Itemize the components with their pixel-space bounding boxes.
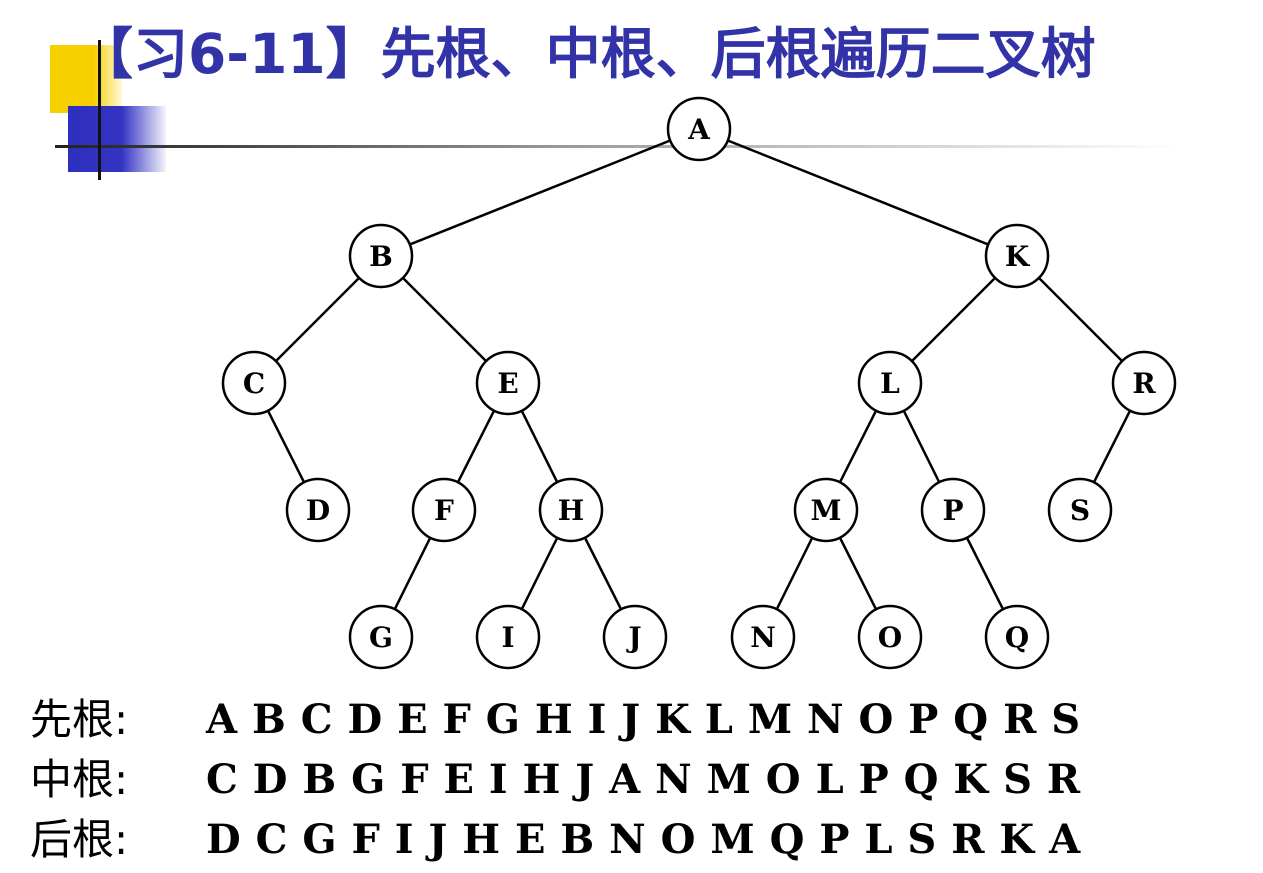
node-label-K: K	[1005, 240, 1031, 273]
node-label-C: C	[243, 367, 265, 400]
tree-node-L: L	[857, 350, 923, 416]
node-label-O: O	[878, 621, 902, 654]
tree-node-S: S	[1047, 477, 1113, 543]
node-label-N: N	[750, 621, 776, 654]
tree-node-F: F	[411, 477, 477, 543]
tree-node-G: G	[348, 604, 414, 670]
node-label-R: R	[1132, 367, 1156, 400]
node-label-H: H	[558, 494, 584, 527]
tree-node-Q: Q	[984, 604, 1050, 670]
tree-edges	[252, 127, 1146, 638]
tree-node-N: N	[730, 604, 796, 670]
inorder-label: 中根:	[30, 755, 129, 804]
node-label-B: B	[369, 240, 393, 273]
node-label-L: L	[880, 367, 900, 400]
inorder-sequence: C D B G F E I H J A N M O L P Q K S R	[206, 756, 1081, 803]
tree-nodes: A B K C E L R D F H M P S G I J N O Q	[221, 96, 1177, 670]
node-label-P: P	[942, 494, 963, 527]
tree-node-K: K	[984, 223, 1050, 289]
node-label-I: I	[501, 621, 514, 654]
tree-node-P: P	[920, 477, 986, 543]
tree-node-R: R	[1111, 350, 1177, 416]
node-label-E: E	[497, 367, 518, 400]
tree-node-O: O	[857, 604, 923, 670]
node-label-D: D	[306, 494, 330, 527]
postorder-label: 后根:	[30, 815, 129, 864]
tree-node-D: D	[285, 477, 351, 543]
node-label-M: M	[811, 494, 842, 527]
tree-node-M: M	[793, 477, 859, 543]
preorder-sequence: A B C D E F G H I J K L M N O P Q R S	[206, 696, 1081, 743]
postorder-sequence: D C G F I J H E B N O M Q P L S R K A	[206, 816, 1081, 863]
node-label-J: J	[625, 621, 641, 654]
preorder-label: 先根:	[30, 695, 129, 744]
tree-node-H: H	[538, 477, 604, 543]
tree-node-I: I	[475, 604, 541, 670]
tree-node-C: C	[221, 350, 287, 416]
edge-A-K	[698, 127, 1018, 258]
node-label-Q: Q	[1005, 621, 1029, 654]
tree-node-J: J	[602, 604, 668, 670]
node-label-F: F	[434, 494, 454, 527]
tree-node-A: A	[666, 96, 732, 162]
tree-node-E: E	[475, 350, 541, 416]
node-label-A: A	[687, 113, 711, 146]
tree-node-B: B	[348, 223, 414, 289]
edge-A-B	[380, 127, 700, 258]
node-label-G: G	[369, 621, 393, 654]
node-label-S: S	[1070, 494, 1090, 527]
